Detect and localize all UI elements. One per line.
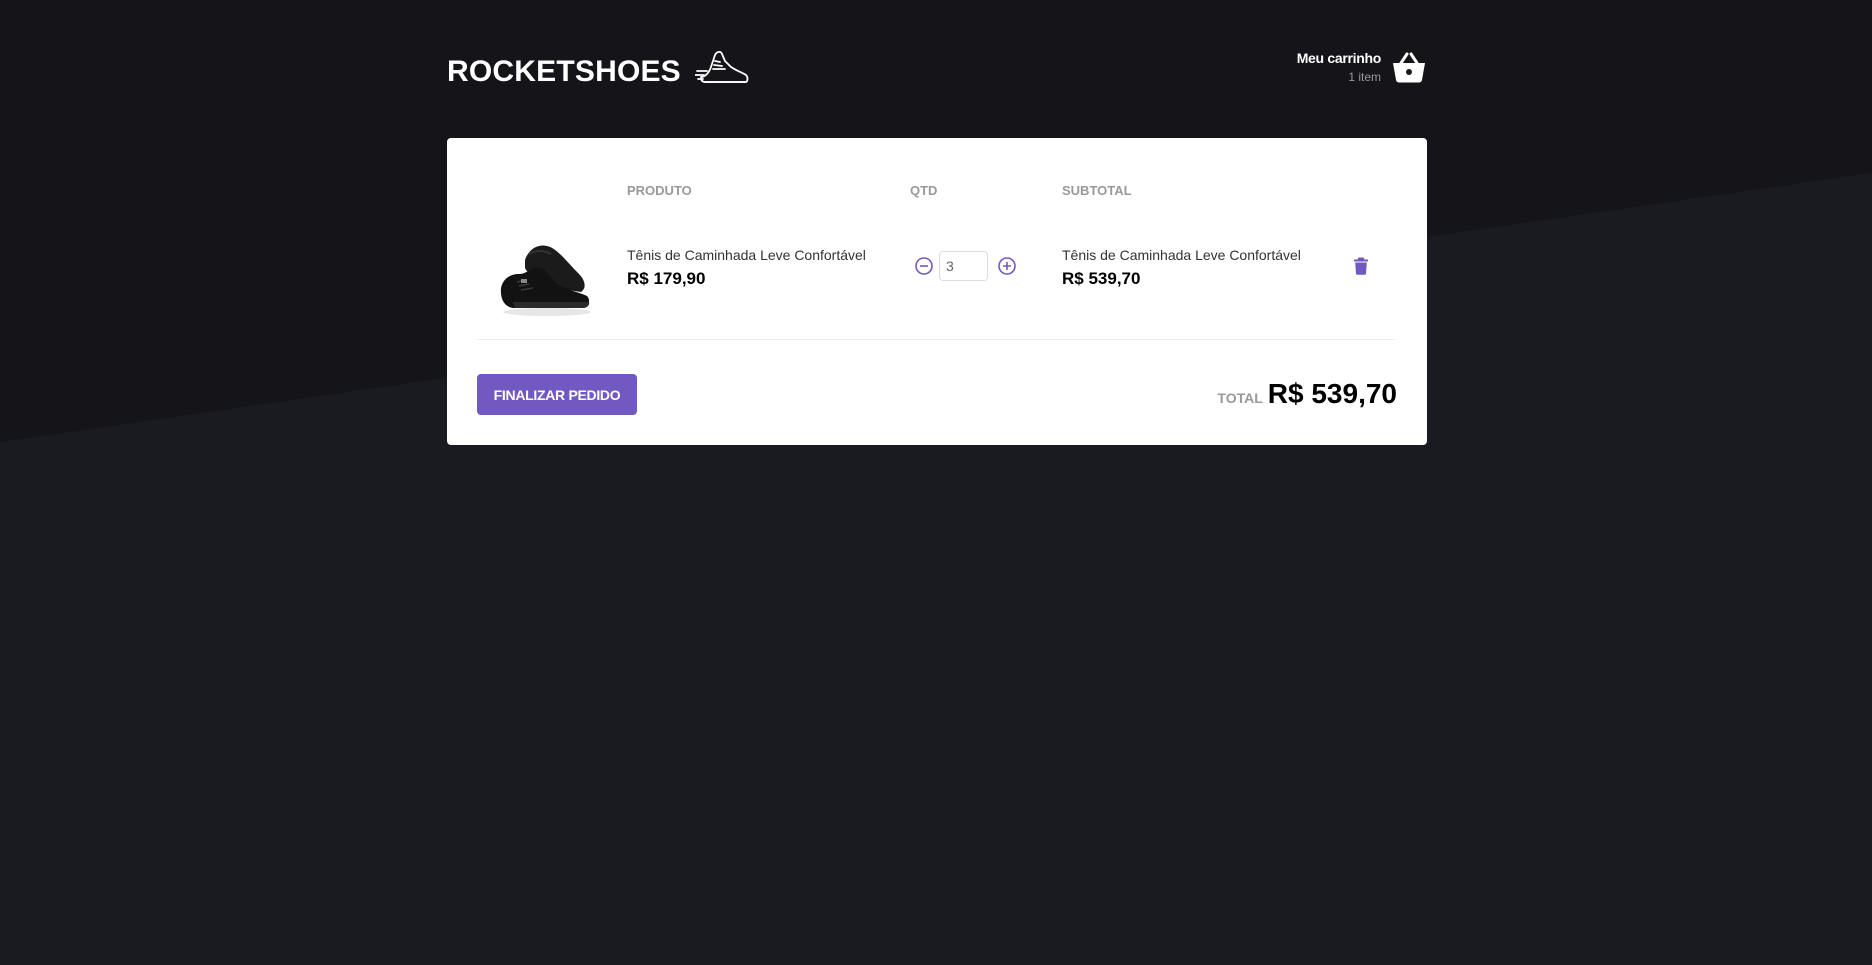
logo-text: ROCKETSHOES: [447, 55, 681, 88]
product-price: R$ 179,90: [627, 269, 706, 288]
total-label: TOTAL: [1217, 390, 1263, 406]
product-title: Tênis de Caminhada Leve Confortável: [627, 247, 866, 263]
page-container: ROCKETSHOES Meu carrinho 1 item PRODUTO …: [447, 0, 1427, 445]
subtotal-title: Tênis de Caminhada Leve Confortável: [1062, 247, 1301, 263]
product-image: [500, 245, 591, 316]
cart-texts: Meu carrinho 1 item: [1296, 50, 1382, 84]
cart-count: 1 item: [1348, 70, 1381, 84]
logo-link[interactable]: ROCKETSHOES: [447, 44, 749, 100]
header: ROCKETSHOES Meu carrinho 1 item: [447, 0, 1427, 138]
quantity-input[interactable]: [939, 251, 988, 281]
cart-panel: PRODUTO QTD SUBTOTAL Tênis de Caminhada …: [447, 138, 1427, 445]
decrease-quantity-button[interactable]: [914, 256, 934, 276]
basket-icon: [1393, 52, 1425, 83]
sneaker-icon: [694, 50, 749, 83]
total-value: R$ 539,70: [1267, 378, 1397, 409]
cart-total: TOTAL R$ 539,70: [1217, 378, 1397, 410]
subtotal-value: R$ 539,70: [1062, 269, 1141, 288]
cart-item-row: Tênis de Caminhada Leve Confortável R$ 1…: [477, 228, 1395, 340]
checkout-button[interactable]: FINALIZAR PEDIDO: [477, 374, 637, 415]
increase-quantity-button[interactable]: [997, 256, 1017, 276]
column-header-qty: QTD: [910, 183, 938, 198]
cart-title: Meu carrinho: [1296, 50, 1382, 66]
column-header-subtotal: SUBTOTAL: [1062, 183, 1132, 198]
delete-item-button[interactable]: [1354, 257, 1368, 275]
cart-link[interactable]: Meu carrinho 1 item: [1297, 50, 1426, 84]
column-header-product: PRODUTO: [627, 183, 692, 198]
